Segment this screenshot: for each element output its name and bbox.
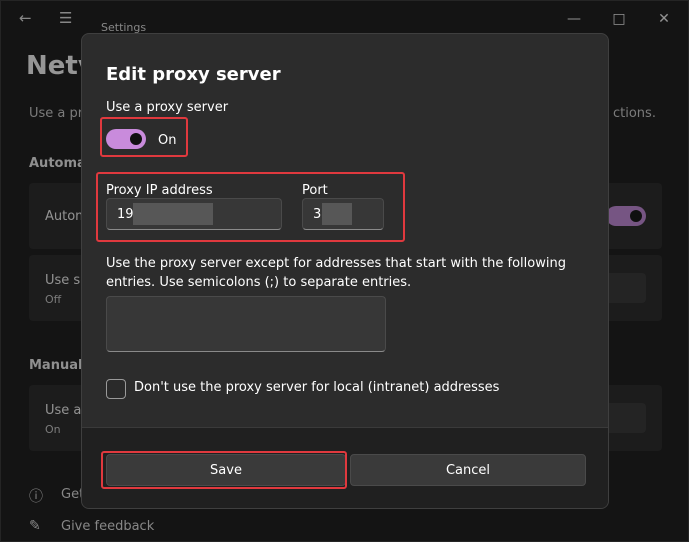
port-redaction [322,203,352,225]
dialog-footer: Save Cancel [82,427,608,508]
edit-proxy-dialog: Edit proxy server Use a proxy server On … [81,33,609,509]
exceptions-description: Use the proxy server except for addresse… [106,256,566,290]
ip-redaction [133,203,213,225]
proxy-ip-label: Proxy IP address [106,183,213,198]
exceptions-input[interactable] [106,296,386,352]
local-bypass-label: Don't use the proxy server for local (in… [134,380,500,395]
toggle-state-label: On [158,133,177,148]
toggle-knob [130,133,142,145]
cancel-button[interactable]: Cancel [350,454,586,486]
save-button[interactable]: Save [106,454,346,486]
use-proxy-toggle[interactable] [106,129,146,149]
port-label: Port [302,183,328,198]
use-proxy-label: Use a proxy server [106,100,229,115]
local-bypass-checkbox[interactable] [106,379,126,399]
dialog-title: Edit proxy server [106,64,281,85]
